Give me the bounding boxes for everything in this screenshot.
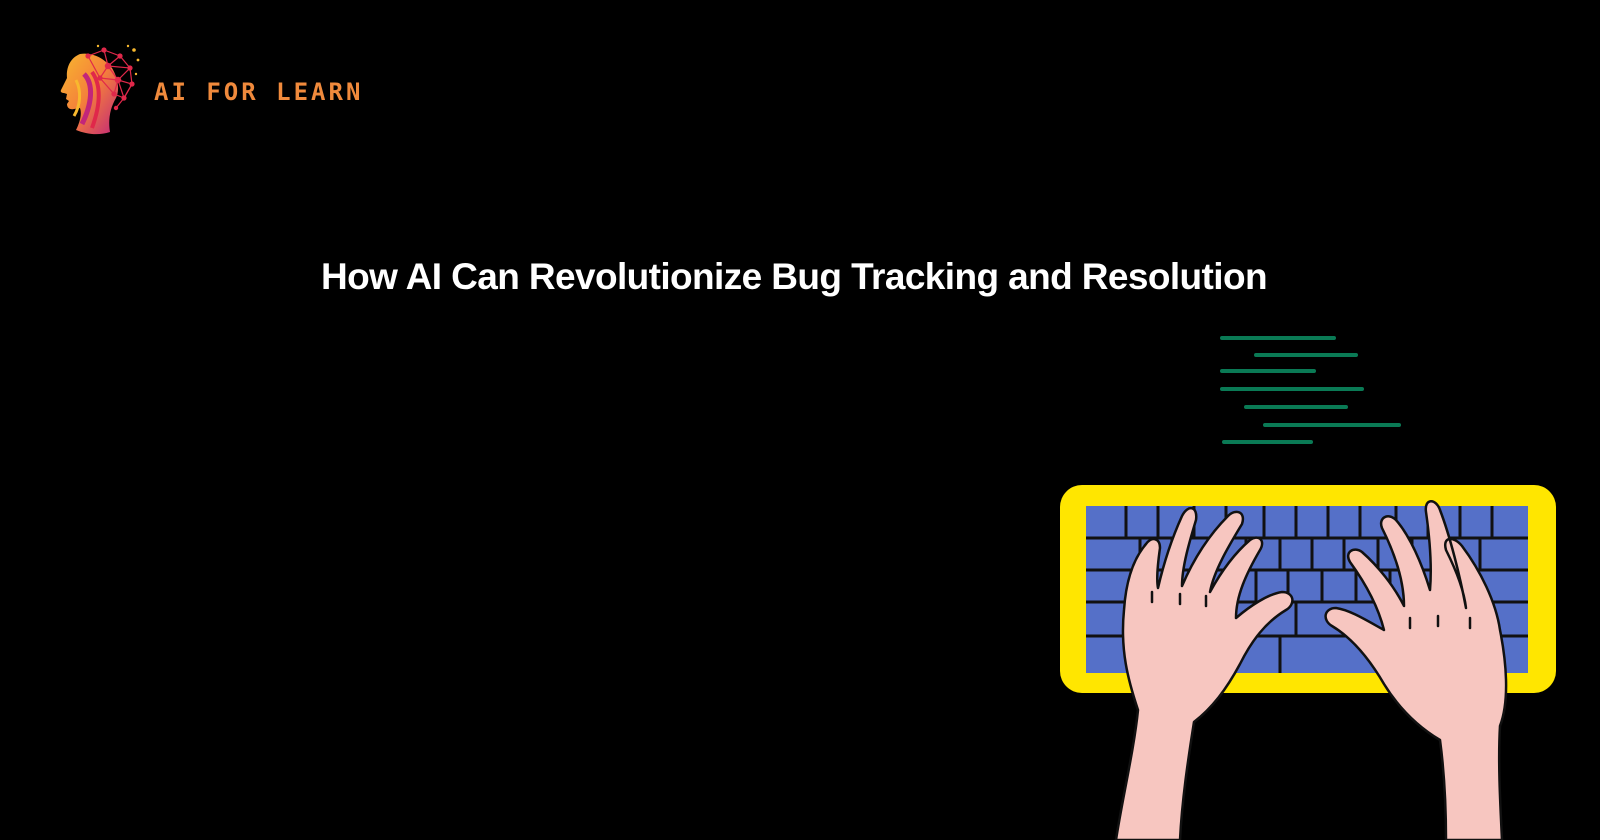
page-title: How AI Can Revolutionize Bug Tracking an… [321, 256, 1268, 297]
code-lines [1220, 336, 1401, 444]
brand-logo[interactable]: AI FOR LEARN [58, 44, 363, 138]
ai-head-network-icon [60, 44, 140, 135]
hands-typing-keyboard-illustration [1060, 336, 1556, 840]
brand-name: AI FOR LEARN [154, 78, 364, 106]
